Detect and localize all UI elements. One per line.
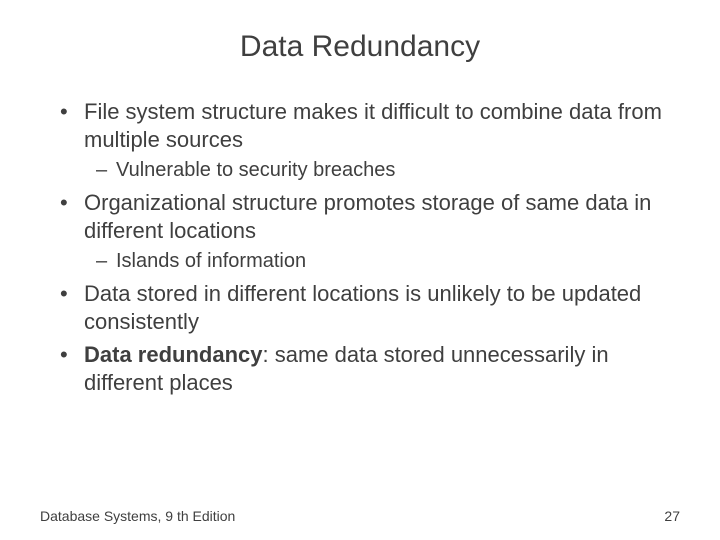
slide-title: Data Redundancy bbox=[40, 30, 680, 64]
bullet-text: Organizational structure promotes storag… bbox=[84, 190, 651, 243]
sub-bullet-text: Vulnerable to security breaches bbox=[116, 159, 395, 181]
bullet-list: File system structure makes it difficult… bbox=[40, 98, 680, 396]
bullet-item: File system structure makes it difficult… bbox=[60, 98, 680, 183]
bullet-item: Data stored in different locations is un… bbox=[60, 280, 680, 335]
bullet-item: Organizational structure promotes storag… bbox=[60, 189, 680, 274]
bullet-term: Data redundancy bbox=[84, 342, 263, 367]
footer-source: Database Systems, 9 th Edition bbox=[40, 508, 235, 524]
sub-bullet-text: Islands of information bbox=[116, 250, 306, 272]
bullet-item: Data redundancy: same data stored unnece… bbox=[60, 341, 680, 396]
bullet-text: File system structure makes it difficult… bbox=[84, 99, 662, 152]
sub-bullet-item: Vulnerable to security breaches bbox=[96, 157, 680, 183]
sub-bullet-list: Islands of information bbox=[84, 248, 680, 274]
page-number: 27 bbox=[664, 508, 680, 524]
sub-bullet-item: Islands of information bbox=[96, 248, 680, 274]
sub-bullet-list: Vulnerable to security breaches bbox=[84, 157, 680, 183]
bullet-text: Data stored in different locations is un… bbox=[84, 281, 641, 334]
slide-footer: Database Systems, 9 th Edition 27 bbox=[40, 508, 680, 524]
